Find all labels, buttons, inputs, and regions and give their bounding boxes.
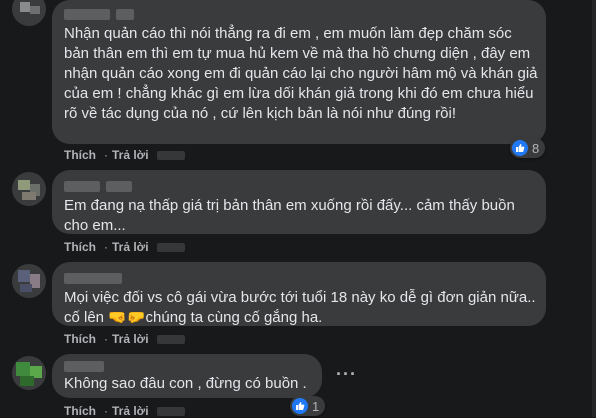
avatar[interactable] bbox=[12, 0, 46, 26]
scrollbar-track[interactable] bbox=[592, 0, 596, 417]
reaction-count[interactable]: 8 bbox=[510, 138, 546, 158]
reaction-number: 8 bbox=[532, 140, 540, 156]
like-icon bbox=[512, 140, 528, 156]
comment-actions: Thích · Trả lời bbox=[64, 332, 193, 346]
comment-actions: Thích · Trả lời bbox=[64, 404, 193, 418]
timestamp[interactable] bbox=[156, 407, 185, 417]
like-button[interactable]: Thích bbox=[64, 404, 96, 418]
like-icon bbox=[292, 398, 308, 414]
reaction-count[interactable]: 1 bbox=[290, 396, 326, 416]
comment-bubble: Mọi việc đối vs cô gái vừa bước tới tuổi… bbox=[52, 262, 546, 326]
author-name[interactable] bbox=[64, 358, 310, 373]
reply-button[interactable]: Trả lời bbox=[112, 240, 149, 254]
author-name[interactable] bbox=[64, 178, 534, 193]
comment-text: Nhận quản cáo thì nói thẳng ra đi em , e… bbox=[64, 25, 542, 122]
separator: · bbox=[104, 148, 108, 162]
like-button[interactable]: Thích bbox=[64, 332, 96, 346]
separator: · bbox=[104, 404, 108, 418]
comment-bubble: Nhận quản cáo thì nói thẳng ra đi em , e… bbox=[52, 0, 546, 144]
comment-text: Không sao đâu con , đừng có buồn . bbox=[64, 375, 307, 392]
separator: · bbox=[104, 240, 108, 254]
timestamp[interactable] bbox=[156, 243, 185, 253]
comment-bubble: Em đang nạ thấp giá trị bản thân em xuốn… bbox=[52, 170, 546, 234]
comment-actions: Thích · Trả lời bbox=[64, 240, 193, 254]
like-button[interactable]: Thích bbox=[64, 148, 96, 162]
avatar[interactable] bbox=[12, 356, 46, 390]
timestamp[interactable] bbox=[156, 151, 185, 161]
avatar[interactable] bbox=[12, 264, 46, 298]
author-name[interactable] bbox=[64, 270, 534, 285]
comment-actions: Thích · Trả lời bbox=[64, 148, 193, 162]
comment-text: Mọi việc đối vs cô gái vừa bước tới tuổi… bbox=[64, 289, 540, 326]
like-button[interactable]: Thích bbox=[64, 240, 96, 254]
timestamp[interactable] bbox=[156, 335, 185, 345]
separator: · bbox=[104, 332, 108, 346]
comment-text: Em đang nạ thấp giá trị bản thân em xuốn… bbox=[64, 197, 520, 234]
avatar[interactable] bbox=[12, 172, 46, 206]
reply-button[interactable]: Trả lời bbox=[112, 332, 149, 346]
more-options-icon[interactable]: ··· bbox=[336, 364, 357, 385]
reply-button[interactable]: Trả lời bbox=[112, 404, 149, 418]
comment-bubble: Không sao đâu con , đừng có buồn . bbox=[52, 354, 322, 398]
reaction-number: 1 bbox=[312, 398, 320, 414]
author-name[interactable] bbox=[64, 6, 534, 21]
reply-button[interactable]: Trả lời bbox=[112, 148, 149, 162]
